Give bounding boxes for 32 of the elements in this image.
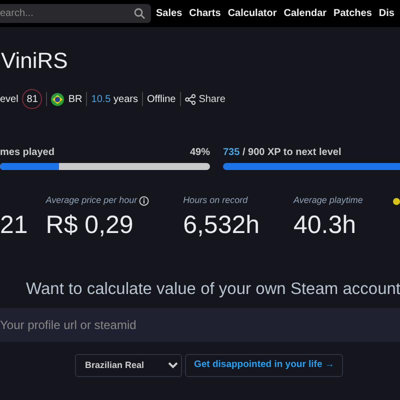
progress-label: mes played xyxy=(0,146,54,160)
level-label: evel xyxy=(0,92,18,106)
stat-label: Average playtime xyxy=(294,194,363,207)
progress-label: 735 / 900 XP to next level xyxy=(223,146,342,160)
status-text: Offline xyxy=(146,92,176,106)
share-icon xyxy=(184,94,196,104)
country-code: BR xyxy=(68,92,82,106)
search-field[interactable]: earch... xyxy=(0,4,151,23)
currency-select[interactable]: Brazilian Real xyxy=(75,354,182,377)
stat-value: 40.3h xyxy=(294,210,358,240)
profile-name: ViniRS xyxy=(1,48,68,74)
stat-label: Average price per hour xyxy=(46,194,138,207)
profile-input[interactable]: Your profile url or steamid xyxy=(0,308,400,342)
section-heading: Want to calculate value of your own Steam account xyxy=(26,280,400,300)
nav-link[interactable]: Patches xyxy=(334,6,372,21)
flag-icon xyxy=(51,92,64,106)
nav-link[interactable]: Calendar xyxy=(284,6,327,21)
stat-value: R$ 0,29 xyxy=(46,210,134,240)
stat-value: 6,532h xyxy=(183,210,261,240)
progress-percent: 49% xyxy=(190,146,210,160)
account-age: 10.5 years xyxy=(91,92,138,106)
stat-value: 21 xyxy=(0,210,29,240)
nav-link[interactable]: Calculator xyxy=(228,6,277,21)
nav-link[interactable]: Sales xyxy=(156,6,182,21)
status-dot xyxy=(393,198,400,205)
submit-button[interactable]: Get disappointed in your life → xyxy=(185,354,344,377)
level-badge: 81 xyxy=(22,89,42,109)
share-link[interactable]: Share xyxy=(184,92,226,106)
search-icon xyxy=(134,8,145,19)
nav-link[interactable]: Dis xyxy=(378,6,394,21)
stat-label: Hours on record xyxy=(183,194,248,207)
nav-link[interactable]: Charts xyxy=(189,6,221,21)
